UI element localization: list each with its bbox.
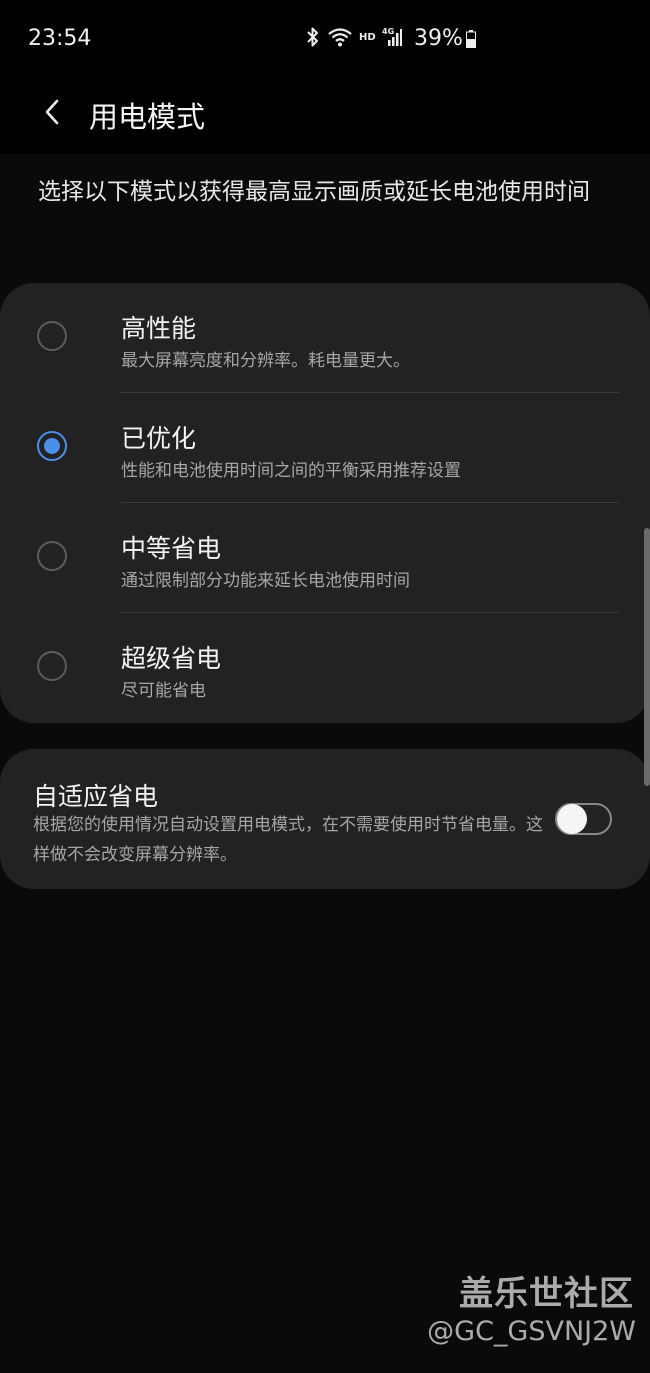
back-button[interactable] [30, 92, 74, 136]
page-title: 用电模式 [89, 100, 206, 134]
mode-option-optimized[interactable]: 已优化 性能和电池使用时间之间的平衡采用推荐设置 [0, 393, 650, 503]
watermark-site: 盖乐世社区 [459, 1274, 634, 1314]
radio-button[interactable] [37, 651, 67, 681]
status-icons: HD 4G [305, 26, 402, 48]
adaptive-power-saving-row[interactable]: 自适应省电 根据您的使用情况自动设置用电模式，在不需要使用时节省电量。这样做不会… [0, 749, 650, 889]
radio-button[interactable] [37, 321, 67, 351]
mode-description: 最大屏幕亮度和分辨率。耗电量更大。 [121, 351, 410, 371]
mode-option-maximum-saving[interactable]: 超级省电 尽可能省电 [0, 613, 650, 723]
hd-icon: HD [359, 31, 376, 43]
status-bar: 23:54 HD 4G 39% [0, 0, 650, 80]
radio-button[interactable] [37, 541, 67, 571]
power-mode-card: 高性能 最大屏幕亮度和分辨率。耗电量更大。 已优化 性能和电池使用时间之间的平衡… [0, 283, 650, 723]
signal-4g-icon: 4G [382, 26, 402, 48]
app-bar: 用电模式 [0, 80, 650, 154]
watermark-user: @GC_GSVNJ2W [427, 1316, 636, 1347]
mode-description: 尽可能省电 [121, 681, 206, 701]
bluetooth-icon [305, 26, 321, 48]
battery-percentage: 39% [414, 26, 463, 51]
mode-option-medium-saving[interactable]: 中等省电 通过限制部分功能来延长电池使用时间 [0, 503, 650, 613]
mode-title: 高性能 [121, 314, 197, 343]
chevron-left-icon [42, 98, 62, 130]
mode-title: 已优化 [121, 424, 197, 453]
battery-icon [466, 30, 476, 48]
adaptive-title: 自适应省电 [33, 782, 159, 811]
toggle-knob [557, 804, 587, 834]
scrollbar[interactable] [644, 528, 650, 786]
status-time: 23:54 [28, 26, 92, 51]
mode-description: 性能和电池使用时间之间的平衡采用推荐设置 [121, 461, 461, 481]
network-label: 4G [382, 27, 394, 36]
page-description: 选择以下模式以获得最高显示画质或延长电池使用时间 [38, 179, 590, 205]
mode-title: 超级省电 [121, 644, 222, 673]
adaptive-toggle-switch[interactable] [555, 803, 612, 835]
adaptive-description: 根据您的使用情况自动设置用电模式，在不需要使用时节省电量。这样做不会改变屏幕分辨… [33, 815, 543, 865]
mode-title: 中等省电 [121, 534, 222, 563]
wifi-icon [327, 26, 353, 48]
mode-description: 通过限制部分功能来延长电池使用时间 [121, 571, 410, 591]
radio-button-selected[interactable] [37, 431, 67, 461]
mode-option-high-performance[interactable]: 高性能 最大屏幕亮度和分辨率。耗电量更大。 [0, 283, 650, 393]
